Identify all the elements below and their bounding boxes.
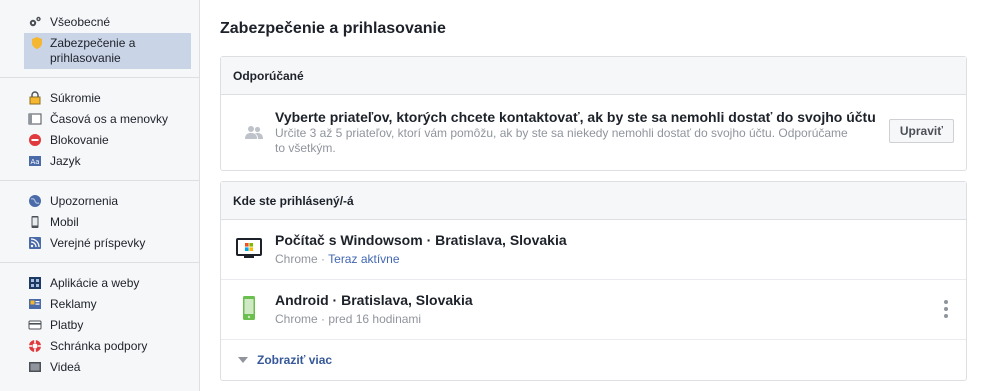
sidebar-item-label: Upozornenia: [50, 194, 119, 208]
rss-icon: [29, 237, 41, 249]
page-title: Zabezpečenie a prihlasovanie: [220, 20, 446, 37]
trusted-contacts-title: Vyberte priateľov, ktorých chcete kontak…: [275, 109, 876, 125]
video-icon: [29, 362, 41, 372]
sidebar-item-notifications[interactable]: Upozornenia: [0, 191, 199, 212]
sidebar-item-label: Blokovanie: [50, 133, 109, 147]
sidebar-item-privacy[interactable]: Súkromie: [0, 88, 199, 109]
sidebar-item-label: Jazyk: [50, 154, 81, 168]
sidebar-item-label: Aplikácie a weby: [50, 276, 140, 290]
ads-icon: [29, 299, 41, 309]
session-title: Android · Bratislava, Slovakia: [275, 292, 473, 308]
sidebar-item-label: Platby: [50, 318, 84, 332]
recommended-header: Odporúčané: [221, 57, 966, 95]
sidebar-item-language[interactable]: Aa Jazyk: [0, 151, 199, 172]
more-options-icon[interactable]: [944, 300, 948, 318]
session-row[interactable]: Android · Bratislava, Slovakia Chrome · …: [221, 280, 966, 340]
nav-group-apps: Aplikácie a weby Reklamy Platby Schránka…: [0, 263, 199, 386]
session-title: Počítač s Windowsom · Bratislava, Slovak…: [275, 232, 567, 248]
language-icon: Aa: [29, 156, 41, 166]
globe-icon: [29, 195, 41, 207]
card-icon: [28, 320, 42, 330]
android-phone-icon: [243, 296, 255, 320]
lifebuoy-icon: [29, 340, 41, 352]
sidebar-item-label: Mobil: [50, 215, 79, 229]
shield-icon: [32, 37, 42, 49]
svg-text:Aa: Aa: [30, 158, 39, 166]
show-more-link[interactable]: Zobraziť viac: [257, 353, 332, 367]
sidebar-item-support-inbox[interactable]: Schránka podpory: [0, 336, 199, 357]
sidebar-item-general[interactable]: Všeobecné: [0, 12, 199, 33]
nav-group-notifications: Upozornenia Mobil Verejné príspevky: [0, 181, 199, 263]
mobile-icon: [31, 216, 39, 228]
caret-down-icon: [238, 357, 248, 363]
timeline-icon: [28, 113, 42, 125]
sidebar-item-label: Časová os a menovky: [50, 112, 169, 126]
nav-group-account: Všeobecné Zabezpečenie a prihlasovanie: [0, 0, 199, 78]
gears-icon: [29, 16, 41, 27]
session-browser: Chrome: [275, 252, 318, 266]
settings-sidebar: Všeobecné Zabezpečenie a prihlasovanie S…: [0, 0, 200, 391]
main-content: Zabezpečenie a prihlasovanie Odporúčané …: [220, 0, 967, 391]
sidebar-item-label: Reklamy: [50, 297, 97, 311]
nav-group-privacy: Súkromie Časová os a menovky Blokovanie …: [0, 78, 199, 181]
recommended-panel: Odporúčané Vyberte priateľov, ktorých ch…: [220, 56, 967, 171]
sessions-header: Kde ste prihlásený/-á: [221, 182, 966, 220]
session-status-active: Teraz aktívne: [328, 252, 400, 266]
session-details: Chrome · pred 16 hodinami: [275, 311, 954, 327]
session-browser: Chrome: [275, 312, 318, 326]
trusted-contacts-row: Vyberte priateľov, ktorých chcete kontak…: [221, 95, 966, 170]
show-more-row[interactable]: Zobraziť viac: [221, 340, 966, 380]
sidebar-item-label: Verejné príspevky: [50, 236, 146, 250]
lock-icon: [29, 91, 41, 105]
people-icon: [245, 126, 263, 139]
sidebar-item-timeline[interactable]: Časová os a menovky: [0, 109, 199, 130]
session-details: Chrome · Teraz aktívne: [275, 251, 954, 267]
sidebar-item-mobile[interactable]: Mobil: [0, 212, 199, 233]
apps-icon: [29, 277, 41, 289]
sidebar-item-label: Zabezpečenie a prihlasovanie: [50, 36, 136, 65]
windows-pc-icon: [236, 238, 262, 258]
sessions-panel: Kde ste prihlásený/-á Počítač s Windowso…: [220, 181, 967, 381]
session-row[interactable]: Počítač s Windowsom · Bratislava, Slovak…: [221, 220, 966, 280]
edit-button[interactable]: Upraviť: [888, 119, 954, 143]
block-icon: [29, 134, 41, 146]
sidebar-item-label: Videá: [50, 360, 81, 374]
sidebar-item-videos[interactable]: Videá: [0, 357, 199, 378]
sidebar-item-blocking[interactable]: Blokovanie: [0, 130, 199, 151]
sidebar-item-label: Všeobecné: [50, 15, 111, 29]
session-separator: ·: [317, 252, 329, 266]
sidebar-item-label: Súkromie: [50, 91, 101, 105]
sidebar-item-payments[interactable]: Platby: [0, 315, 199, 336]
sidebar-item-ads[interactable]: Reklamy: [0, 294, 199, 315]
sidebar-item-apps[interactable]: Aplikácie a weby: [0, 273, 199, 294]
session-separator: ·: [317, 312, 329, 326]
sidebar-item-security[interactable]: Zabezpečenie a prihlasovanie: [24, 33, 191, 69]
sidebar-item-public-posts[interactable]: Verejné príspevky: [0, 233, 199, 254]
sidebar-item-label: Schránka podpory: [50, 339, 148, 353]
trusted-contacts-description: Určite 3 až 5 priateľov, ktorí vám pomôž…: [275, 126, 848, 155]
session-last-active: pred 16 hodinami: [328, 312, 422, 326]
